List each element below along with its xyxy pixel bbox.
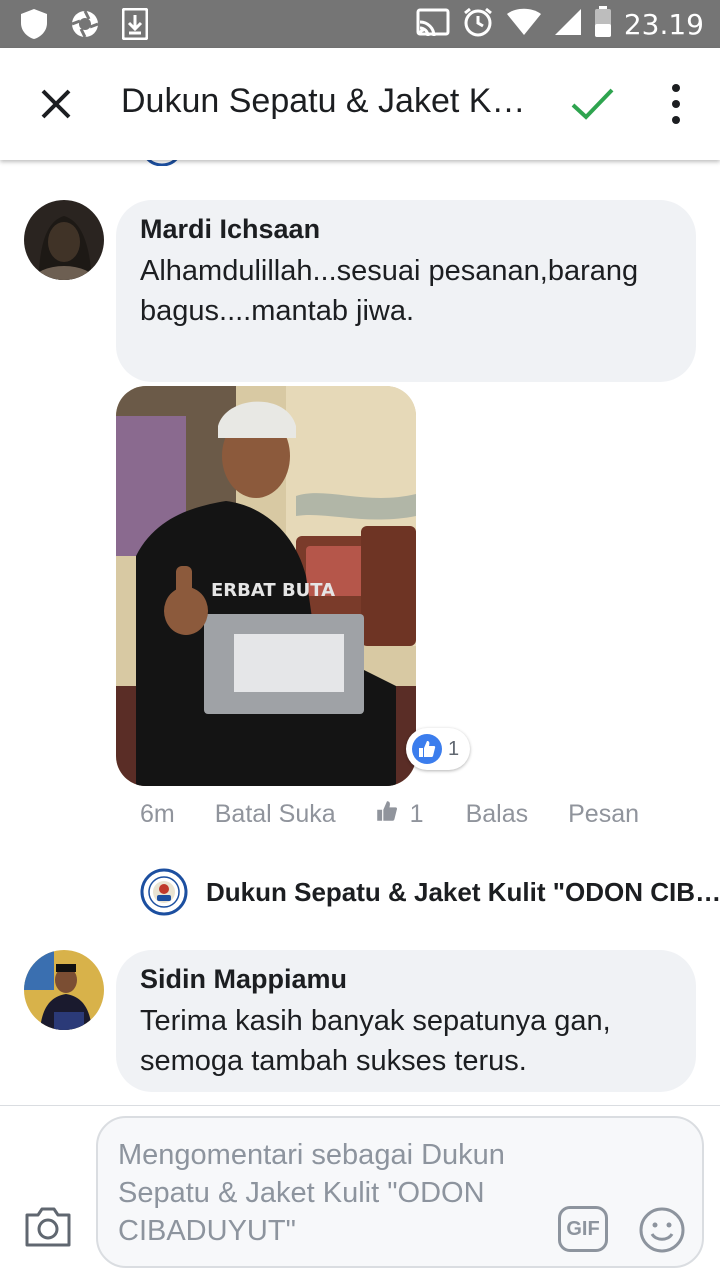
comment-input-placeholder: Mengomentari sebagai Dukun Sepatu & Jake…	[118, 1139, 505, 1247]
download-icon	[121, 7, 149, 45]
page-logo	[140, 868, 188, 916]
svg-text:ERBAT BUTA: ERBAT BUTA	[211, 580, 335, 601]
camera-icon	[25, 1207, 71, 1247]
reaction-count: 1	[448, 737, 460, 760]
aperture-icon	[70, 9, 100, 44]
unlike-button[interactable]: Batal Suka	[215, 800, 336, 829]
comment-photo[interactable]: ERBAT BUTA	[116, 386, 416, 786]
page-logo-partial	[140, 160, 184, 166]
like-count: 1	[409, 800, 424, 828]
camera-button[interactable]	[24, 1206, 72, 1248]
gif-button[interactable]: GIF	[558, 1206, 608, 1252]
emoji-button[interactable]	[638, 1206, 686, 1254]
status-bar: 23.19	[0, 0, 720, 48]
clock-time: 23.19	[623, 8, 704, 41]
more-options-button[interactable]	[662, 82, 690, 126]
like-reaction-icon	[412, 734, 442, 764]
confirm-button[interactable]	[568, 80, 616, 128]
comment-bubble[interactable]: Mardi Ichsaan Alhamdulillah...sesuai pes…	[116, 200, 696, 382]
page-reply-name[interactable]: Dukun Sepatu & Jaket Kulit "ODON CIBADUY…	[206, 877, 720, 908]
comment-text: Terima kasih banyak sepatunya gan, semog…	[140, 1005, 611, 1077]
more-vertical-icon	[672, 84, 680, 124]
battery-icon	[594, 6, 612, 43]
reaction-summary[interactable]: 1	[406, 728, 470, 770]
comment-bubble[interactable]: Sidin Mappiamu Terima kasih banyak sepat…	[116, 950, 696, 1092]
message-button[interactable]: Pesan	[568, 800, 639, 829]
comment-actions: 6m Batal Suka 1 Balas Pesan	[140, 800, 639, 829]
comment-thread: Mardi Ichsaan Alhamdulillah...sesuai pes…	[0, 160, 720, 1105]
comment-text: Alhamdulillah...sesuai pesanan,barang ba…	[140, 255, 639, 327]
comment-author[interactable]: Sidin Mappiamu	[140, 964, 672, 995]
reply-button[interactable]: Balas	[466, 800, 529, 829]
signal-icon	[554, 8, 582, 41]
avatar[interactable]	[24, 950, 104, 1030]
page-title: Dukun Sepatu & Jaket Kulit "ODON CIBADUY…	[121, 82, 541, 120]
comment-input[interactable]: Mengomentari sebagai Dukun Sepatu & Jake…	[96, 1116, 704, 1268]
wifi-icon	[506, 8, 542, 41]
comment-timestamp: 6m	[140, 800, 175, 828]
alarm-icon	[462, 6, 494, 43]
comment-author[interactable]: Mardi Ichsaan	[140, 214, 672, 245]
shield-icon	[20, 8, 48, 45]
close-icon	[41, 89, 71, 119]
page-reply-row[interactable]: Dukun Sepatu & Jaket Kulit "ODON CIBADUY…	[140, 868, 720, 916]
close-button[interactable]	[34, 82, 78, 126]
app-bar: Dukun Sepatu & Jaket Kulit "ODON CIBADUY…	[0, 48, 720, 160]
cast-icon	[416, 8, 450, 41]
comment-composer: Mengomentari sebagai Dukun Sepatu & Jake…	[0, 1105, 720, 1280]
check-icon	[571, 88, 614, 120]
avatar[interactable]	[24, 200, 104, 280]
thumbs-up-icon	[376, 800, 398, 829]
smiley-icon	[639, 1207, 685, 1253]
